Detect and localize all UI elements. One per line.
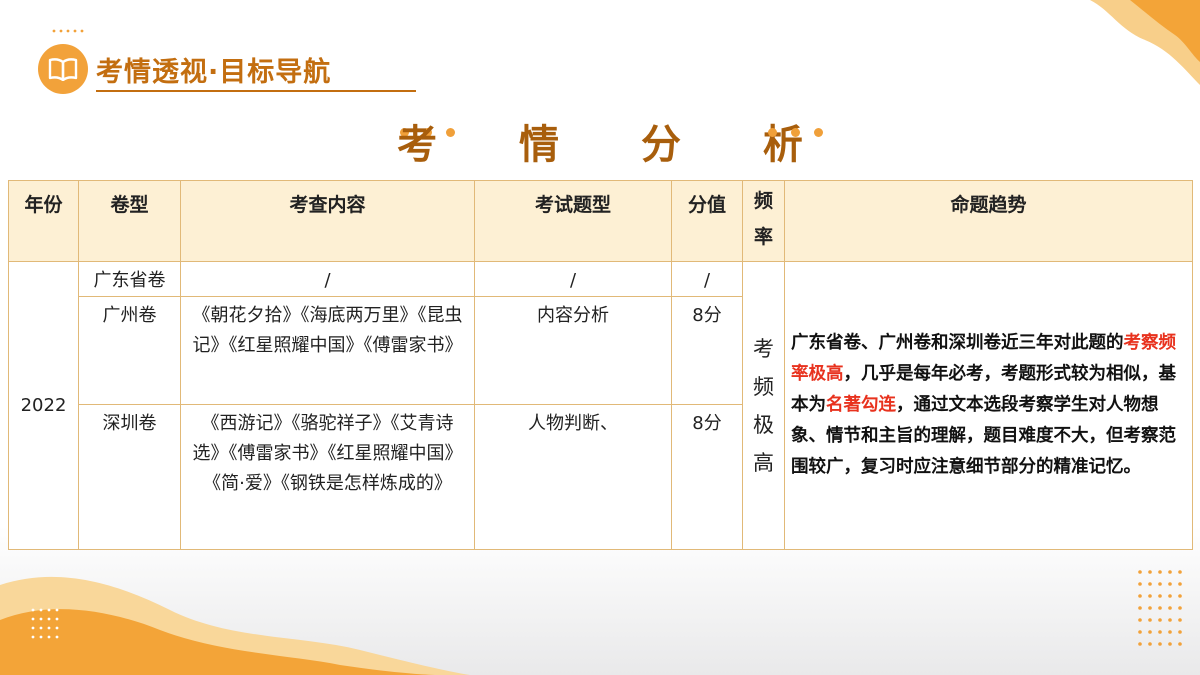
frequency-cell: 考 频 极 高 <box>742 261 785 550</box>
frequency-char: 极 <box>753 412 774 437</box>
content-cell: 《朝花夕拾》《海底两万里》《昆虫记》《红星照耀中国》《傅雷家书》 <box>180 296 475 405</box>
year-cell: 2022 <box>8 261 79 550</box>
frequency-char: 考 <box>753 336 774 361</box>
frequency-char: 频 <box>753 374 774 399</box>
main-title: 考 情 分 析 <box>397 122 837 168</box>
exam-analysis-table: 年份 卷型 考查内容 考试题型 分值 频率 命题趋势 2022 广东省卷 / /… <box>8 180 1193 550</box>
trend-text: 广东省卷、广州卷和深圳卷近三年对此题的 <box>791 333 1124 353</box>
dot-grid-decoration-bottom-right <box>1138 570 1182 646</box>
top-right-wave-decoration <box>1090 0 1200 85</box>
question-type-cell: 人物判断、 <box>474 404 672 550</box>
score-cell: 8分 <box>671 404 743 550</box>
header-question-type: 考试题型 <box>474 180 672 262</box>
score-cell: / <box>671 261 743 297</box>
dot-grid-decoration-top <box>52 29 84 33</box>
book-icon <box>38 44 88 94</box>
header-title: 考情透视·目标导航 <box>96 57 332 88</box>
table-row: 2022 广东省卷 / / / 考 频 极 高 广东省卷、广州卷和深圳卷近三年对… <box>8 261 1193 550</box>
header-score: 分值 <box>671 180 743 262</box>
type-cell: 深圳卷 <box>78 404 181 550</box>
header-underline <box>96 90 416 92</box>
header-content: 考查内容 <box>180 180 475 262</box>
trend-cell: 广东省卷、广州卷和深圳卷近三年对此题的考察频率极高，几乎是每年必考，考题形式较为… <box>784 261 1193 550</box>
header-type: 卷型 <box>78 180 181 262</box>
frequency-char: 高 <box>753 450 774 475</box>
question-type-cell: 内容分析 <box>474 296 672 405</box>
table-header-row: 年份 卷型 考查内容 考试题型 分值 频率 命题趋势 <box>8 180 1193 262</box>
header-trend: 命题趋势 <box>784 180 1193 262</box>
type-cell: 广州卷 <box>78 296 181 405</box>
header-year: 年份 <box>8 180 79 262</box>
bottom-left-wave-decoration <box>0 576 470 675</box>
title-dots-right <box>768 128 823 137</box>
dot-grid-decoration-bottom-left <box>31 608 59 639</box>
content-cell: 《西游记》《骆驼祥子》《艾青诗选》《傅雷家书》《红星照耀中国》《简·爱》《钢铁是… <box>180 404 475 550</box>
content-cell: / <box>180 261 475 297</box>
header-frequency: 频率 <box>742 180 785 262</box>
section-header: 考情透视·目标导航 <box>38 42 416 98</box>
question-type-cell: / <box>474 261 672 297</box>
score-cell: 8分 <box>671 296 743 405</box>
trend-highlight: 名著勾连 <box>826 395 896 415</box>
type-cell: 广东省卷 <box>78 261 181 297</box>
